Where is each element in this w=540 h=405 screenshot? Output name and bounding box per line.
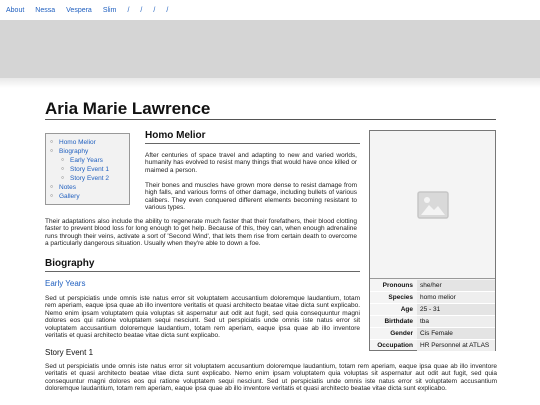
section-heading-biography: Biography [45,258,95,269]
subheading-early-years: Early Years [45,279,86,288]
section-heading-homo-melior: Homo Melior [145,130,206,141]
infobox-table: Pronouns she/her Species homo melior Age… [370,280,495,352]
page-title: Aria Marie Lawrence [45,99,211,118]
infobox-value: Cis Female [417,328,495,339]
infobox-row: Occupation HR Personnel at ATLAS [370,340,495,352]
section-divider [45,271,360,272]
paragraph-story-event-1: Sed ut perspiciatis unde omnis iste natu… [45,363,497,393]
toc-item-story-event-2[interactable]: Story Event 2 [50,174,125,183]
toc-item-story-event-1[interactable]: Story Event 1 [50,165,125,174]
table-of-contents: Homo Melior Biography Early Years Story … [45,133,130,205]
infobox-value: homo melior [417,292,495,303]
banner-fade [0,78,540,88]
character-infobox: Pronouns she/her Species homo melior Age… [369,130,496,352]
top-navigation: About Nessa Vespera Slim / / / / [0,0,540,20]
toc-item-homo-melior[interactable]: Homo Melior [50,138,125,147]
toc-item-early-years[interactable]: Early Years [50,156,125,165]
infobox-row: Species homo melior [370,292,495,304]
infobox-value: tba [417,316,495,327]
image-placeholder-icon [416,190,449,219]
infobox-row: Age 25 - 31 [370,304,495,316]
header-banner [0,20,540,88]
infobox-value: she/her [417,280,495,291]
infobox-label: Species [388,294,413,301]
paragraph-early-years: Sed ut perspiciatis unde omnis iste natu… [45,295,360,340]
infobox-label: Birthdate [384,318,413,325]
nav-about[interactable]: About [6,7,24,14]
nav-nessa[interactable]: Nessa [35,7,55,14]
section-divider [145,143,360,144]
nav-vespera[interactable]: Vespera [66,7,92,14]
nav-separator[interactable]: / [166,7,168,14]
nav-slim[interactable]: Slim [103,7,117,14]
infobox-row: Birthdate tba [370,316,495,328]
infobox-label: Occupation [377,342,413,349]
subheading-story-event-1: Story Event 1 [45,348,94,357]
infobox-label: Age [400,306,413,313]
infobox-value: HR Personnel at ATLAS [417,340,495,351]
nav-separator[interactable]: / [140,7,142,14]
infobox-row: Pronouns she/her [370,280,495,292]
paragraph-homo-melior-1: After centuries of space travel and adap… [145,152,357,174]
nav-separator[interactable]: / [153,7,155,14]
infobox-image [370,131,495,279]
toc-item-biography[interactable]: Biography [50,147,125,156]
infobox-label: Pronouns [382,282,413,289]
paragraph-homo-melior-3: Their adaptations also include the abili… [45,218,357,248]
title-divider [45,119,496,120]
toc-item-gallery[interactable]: Gallery [50,192,125,201]
infobox-value: 25 - 31 [417,304,495,315]
infobox-row: Gender Cis Female [370,328,495,340]
nav-separator[interactable]: / [127,7,129,14]
infobox-label: Gender [390,330,413,337]
paragraph-homo-melior-2: Their bones and muscles have grown more … [145,182,357,212]
toc-item-notes[interactable]: Notes [50,183,125,192]
